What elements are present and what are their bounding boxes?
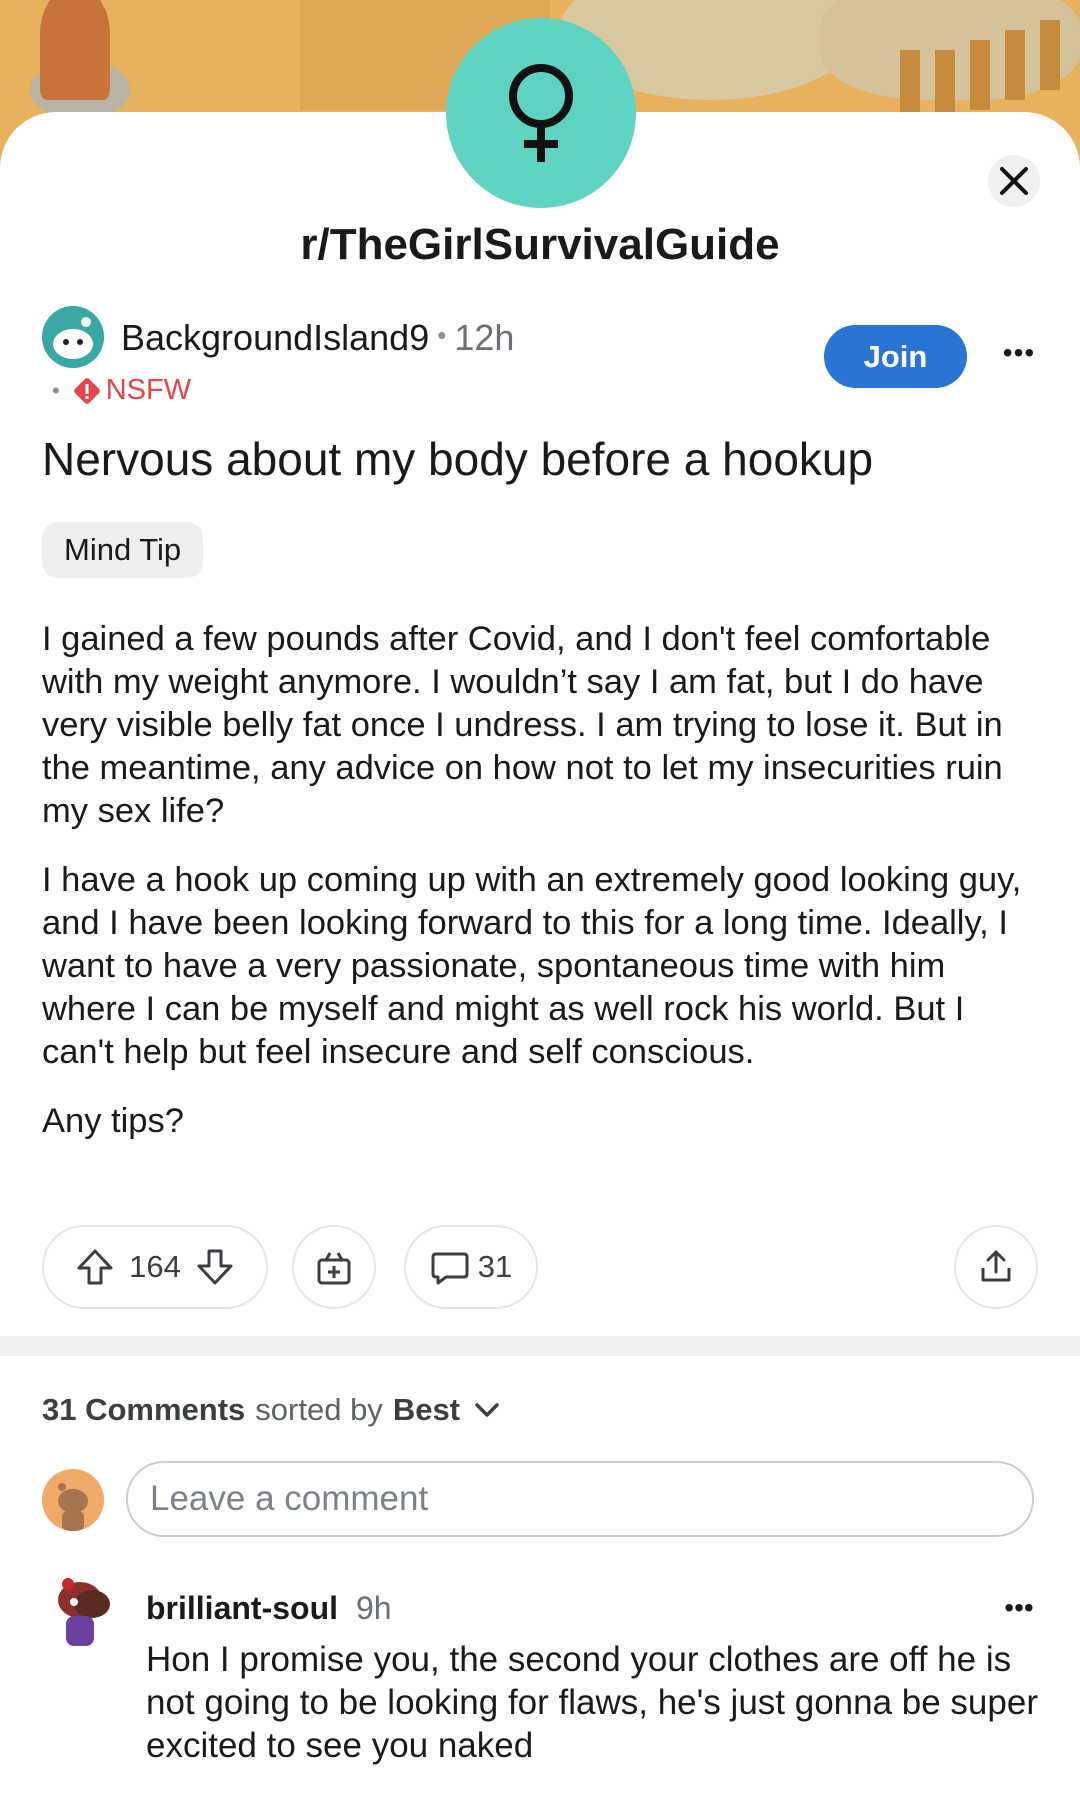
join-button[interactable]: Join: [824, 325, 967, 388]
vote-control: 164: [42, 1225, 268, 1309]
sorted-by-text: sorted by: [255, 1392, 383, 1427]
section-divider: [0, 1336, 1080, 1356]
chevron-down-icon: [475, 1403, 499, 1417]
post-paragraph: I have a hook up coming up with an extre…: [42, 861, 1022, 1071]
commenter-avatar[interactable]: [50, 1574, 116, 1650]
post-paragraph: I gained a few pounds after Covid, and I…: [42, 620, 1003, 830]
nsfw-badge: • NSFW: [52, 374, 192, 406]
share-icon: [981, 1250, 1011, 1282]
close-button[interactable]: [988, 155, 1040, 207]
upvote-icon[interactable]: [75, 1247, 115, 1287]
sort-value: Best: [392, 1392, 461, 1427]
comment-author-line: brilliant-soul 9h: [146, 1590, 392, 1627]
comments-button[interactable]: 31: [404, 1225, 538, 1309]
comment-text: Hon I promise you, the second your cloth…: [146, 1640, 1038, 1765]
subreddit-name[interactable]: r/TheGirlSurvivalGuide: [0, 220, 1080, 270]
comments-count-label: 31 Comments: [42, 1392, 246, 1427]
post-title: Nervous about my body before a hookup: [42, 433, 874, 485]
post-paragraph: Any tips?: [42, 1102, 184, 1140]
post-action-bar: 164 31: [42, 1225, 1038, 1309]
female-symbol-icon: [509, 64, 573, 162]
warning-icon: [73, 377, 100, 404]
comment-author[interactable]: brilliant-soul: [146, 1590, 338, 1626]
downvote-icon[interactable]: [195, 1247, 235, 1287]
award-button[interactable]: [292, 1225, 376, 1309]
post-flair[interactable]: Mind Tip: [42, 522, 204, 578]
comment-bubble-icon: [431, 1252, 469, 1285]
comment-time: 9h: [356, 1590, 392, 1626]
comment-sort-control[interactable]: 31 Comments sorted by Best: [42, 1392, 502, 1428]
post-more-options-icon[interactable]: •••: [996, 333, 1042, 373]
post-time: 12h: [454, 317, 515, 358]
comment-more-options-icon[interactable]: •••: [996, 1588, 1042, 1628]
share-button[interactable]: [954, 1225, 1038, 1309]
vote-count: 164: [129, 1249, 181, 1284]
close-icon: [1000, 167, 1028, 195]
nsfw-label: NSFW: [105, 374, 192, 406]
comment-input-placeholder: Leave a comment: [150, 1479, 429, 1518]
subreddit-avatar[interactable]: [446, 18, 636, 208]
current-user-avatar: [42, 1469, 104, 1531]
gift-icon: [317, 1252, 351, 1285]
author-avatar[interactable]: [42, 306, 104, 368]
post-author-line: BackgroundIsland9 • 12h: [121, 317, 515, 358]
comment-count: 31: [477, 1249, 513, 1284]
comment-input[interactable]: Leave a comment: [126, 1461, 1034, 1537]
post-author[interactable]: BackgroundIsland9: [121, 317, 429, 358]
post-body: I gained a few pounds after Covid, and I…: [42, 618, 1042, 1169]
